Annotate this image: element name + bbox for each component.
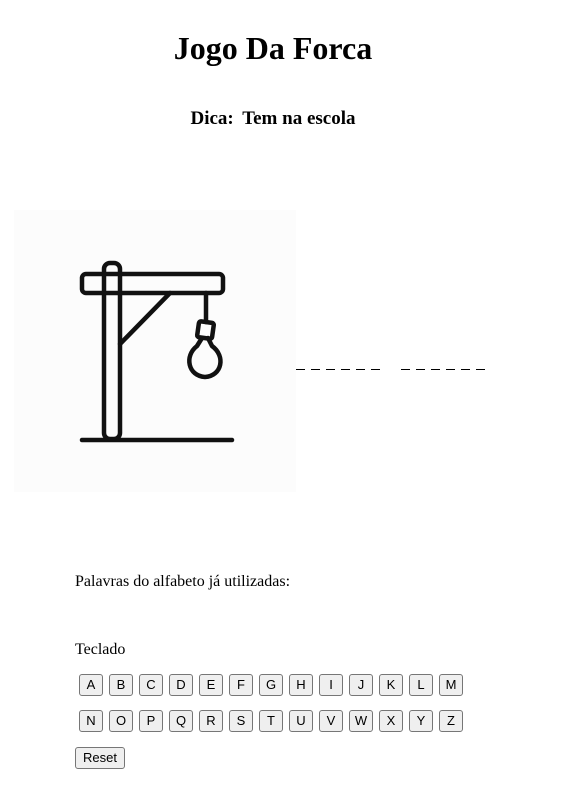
key-v[interactable]: V [319,710,343,732]
letter-slot [461,353,470,370]
key-n[interactable]: N [79,710,103,732]
gallows-icon [79,260,235,443]
page-title: Jogo Da Forca [173,30,373,66]
keyboard-label: Teclado [75,641,126,658]
key-j[interactable]: J [349,674,373,696]
key-z[interactable]: Z [439,710,463,732]
reset-button[interactable]: Reset [75,747,125,769]
key-o[interactable]: O [109,710,133,732]
word-display [296,344,536,370]
key-s[interactable]: S [229,710,253,732]
letter-slot [401,353,410,370]
hint: Dica: Tem na escola [0,107,546,131]
keyboard-row-1: A B C D E F G H I J K L M [79,674,463,696]
noose-loop [187,335,223,380]
gallows-image [14,210,296,492]
letter-slot [431,353,440,370]
letter-slot [311,353,320,370]
key-x[interactable]: X [379,710,403,732]
letter-slot [296,353,305,370]
gallows-post [101,260,123,442]
key-q[interactable]: Q [169,710,193,732]
key-k[interactable]: K [379,674,403,696]
key-a[interactable]: A [79,674,103,696]
gallows-brace [117,290,173,347]
key-i[interactable]: I [319,674,343,696]
key-c[interactable]: C [139,674,163,696]
key-d[interactable]: D [169,674,193,696]
letter-slot [356,353,365,370]
letter-slot [326,353,335,370]
hint-label: Dica: [190,108,234,129]
key-y[interactable]: Y [409,710,433,732]
key-r[interactable]: R [199,710,223,732]
word-group-1 [296,353,380,370]
word-group-2 [401,353,485,370]
key-m[interactable]: M [439,674,463,696]
key-g[interactable]: G [259,674,283,696]
key-t[interactable]: T [259,710,283,732]
hint-text: Tem na escola [242,108,356,129]
key-w[interactable]: W [349,710,373,732]
letter-slot [446,353,455,370]
key-e[interactable]: E [199,674,223,696]
key-l[interactable]: L [409,674,433,696]
used-letters-label: Palavras do alfabeto já utilizadas: [75,573,291,590]
key-h[interactable]: H [289,674,313,696]
key-b[interactable]: B [109,674,133,696]
letter-slot [416,353,425,370]
noose-knot [194,319,217,342]
key-u[interactable]: U [289,710,313,732]
keyboard-row-2: N O P Q R S T U V W X Y Z [79,710,463,732]
letter-slot [341,353,350,370]
key-p[interactable]: P [139,710,163,732]
letter-slot [476,353,485,370]
letter-slot [371,353,380,370]
key-f[interactable]: F [229,674,253,696]
